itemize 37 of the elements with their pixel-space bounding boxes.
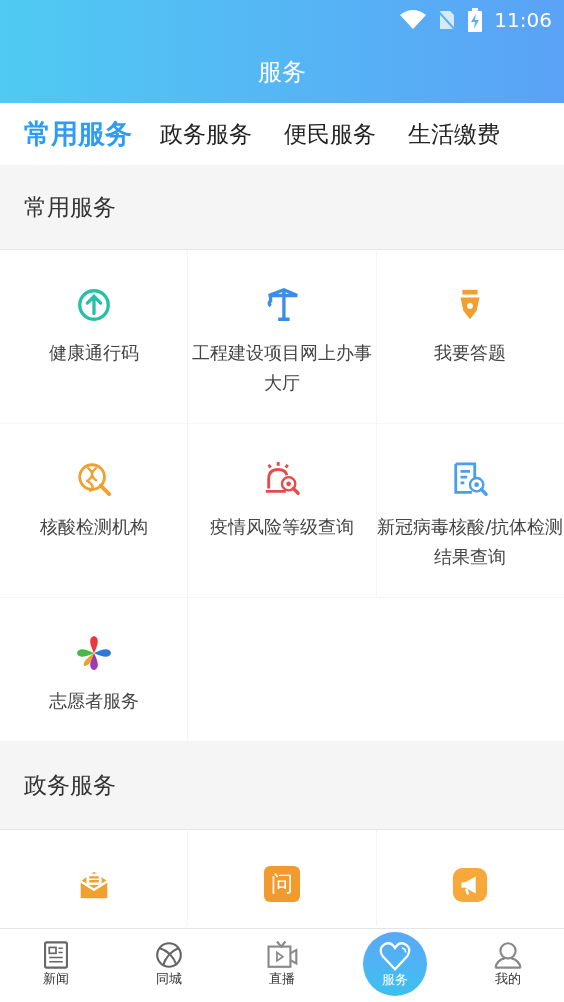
document-magnifier-icon xyxy=(451,460,490,498)
heart-icon xyxy=(377,940,412,972)
service-tile[interactable]: 疫情风险等级查询 xyxy=(188,424,376,597)
service-label: 新冠病毒核酸/抗体检测结果查询 xyxy=(376,515,564,569)
no-sim-icon xyxy=(438,9,457,31)
service-tile[interactable]: 志愿者服务 xyxy=(0,598,188,741)
section-header: 政务服务 xyxy=(0,742,564,830)
category-tab[interactable]: 生活缴费 xyxy=(392,116,516,152)
nav-tab[interactable]: 新闻 xyxy=(40,929,73,1002)
wifi-icon xyxy=(400,10,427,30)
alarm-magnifier-icon xyxy=(263,460,301,498)
question-icon: 问 xyxy=(264,866,300,902)
megaphone-icon xyxy=(451,866,490,904)
section-header: 常用服务 xyxy=(0,165,564,250)
clock-time: 11:06 xyxy=(494,7,552,34)
category-tab[interactable]: 政务服务 xyxy=(144,116,268,152)
service-tile[interactable]: 我要答题 xyxy=(376,250,564,423)
service-tile[interactable]: 新冠病毒核酸/抗体检测结果查询 xyxy=(376,424,564,597)
service-label: 志愿者服务 xyxy=(48,689,139,713)
nav-tab[interactable]: 我的 xyxy=(491,929,524,1002)
page-title: 服务 xyxy=(258,56,306,88)
service-label: 工程建设项目网上办事大厅 xyxy=(191,341,373,395)
nav-tab[interactable]: 同城 xyxy=(153,929,186,1002)
service-tile[interactable] xyxy=(0,830,188,926)
service-label: 核酸检测机构 xyxy=(39,515,148,539)
category-tab[interactable]: 便民服务 xyxy=(268,116,392,152)
service-tile[interactable]: 工程建设项目网上办事大厅 xyxy=(188,250,376,423)
service-tile[interactable]: 健康通行码 xyxy=(0,250,188,423)
nav-tab[interactable]: 直播 xyxy=(266,929,298,1002)
video-tv-icon xyxy=(266,939,298,971)
battery-charging-icon xyxy=(468,8,483,32)
service-label: 健康通行码 xyxy=(48,341,139,365)
service-label: 我要答题 xyxy=(434,341,507,365)
pinwheel-icon xyxy=(74,634,113,672)
service-tile[interactable] xyxy=(376,830,564,926)
service-tile[interactable]: 核酸检测机构 xyxy=(0,424,188,597)
service-label: 疫情风险等级查询 xyxy=(210,515,354,539)
